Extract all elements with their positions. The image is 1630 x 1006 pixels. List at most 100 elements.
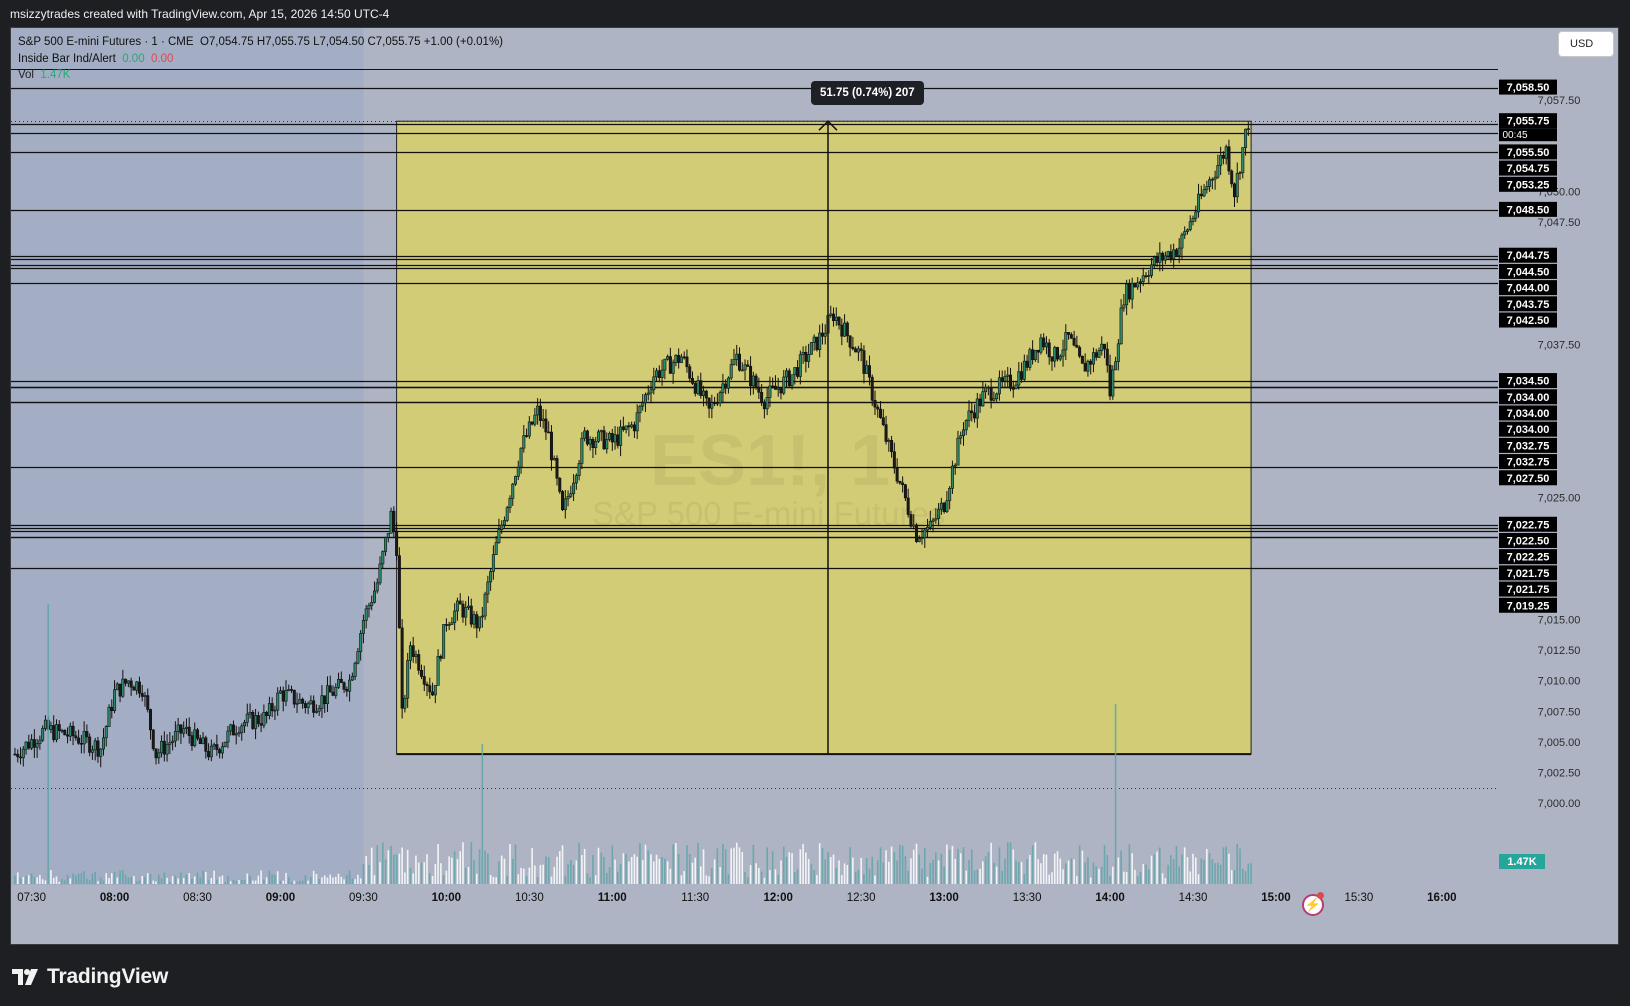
volume-bar-573 — [370, 847, 373, 884]
candle-body-349 — [978, 398, 982, 407]
volume-bar-488 — [135, 881, 138, 884]
candle-body-151 — [431, 691, 435, 696]
volume-bar-717 — [769, 870, 771, 884]
volume-bar-578 — [384, 859, 387, 884]
legend-indicator-row[interactable]: Inside Bar Ind/Alert 0.00 0.00 — [18, 51, 503, 68]
price-badge-4: 7,053.25 — [1507, 179, 1550, 191]
volume-bar-525 — [238, 880, 240, 884]
candle-body-96 — [278, 690, 282, 694]
volume-bar-596 — [434, 864, 437, 884]
legend-volume-row[interactable]: Vol 1.47K — [18, 67, 503, 84]
volume-bar-454 — [41, 879, 44, 884]
volume-bar-801 — [1001, 870, 1004, 884]
volume-bar-812 — [1031, 845, 1034, 884]
candle-body-167 — [475, 614, 479, 629]
volume-bar-734 — [816, 875, 818, 884]
volume-bar-495 — [155, 881, 157, 884]
volume-bar-616 — [489, 874, 492, 884]
volume-bar-723 — [785, 856, 788, 884]
candle-body-53 — [160, 740, 164, 754]
candle-body-35 — [110, 706, 114, 711]
candle-body-84 — [245, 713, 249, 723]
time-tick-6: 10:30 — [515, 892, 544, 904]
volume-bar-638 — [550, 876, 553, 884]
volume-bar-815 — [1040, 863, 1042, 884]
volume-bar-554 — [318, 878, 320, 884]
volume-bar-711 — [752, 844, 755, 884]
candle-body-196 — [555, 458, 559, 479]
volume-bar-725 — [791, 853, 793, 884]
volume-bar-863 — [1172, 859, 1175, 884]
time-tick-4: 09:30 — [349, 892, 378, 904]
volume-bar-589 — [415, 855, 417, 884]
volume-bar-884 — [1230, 870, 1233, 884]
candle-body-319 — [895, 467, 899, 482]
currency-button[interactable]: USD — [1558, 31, 1614, 57]
watermark-ticker: ES1!, 1 — [650, 421, 891, 501]
volume-bar-551 — [310, 877, 312, 884]
volume-bar-746 — [849, 847, 851, 884]
volume-bar-486 — [130, 877, 132, 884]
volume-bar-868 — [1186, 857, 1189, 884]
volume-bar-643 — [564, 875, 567, 884]
volume-bar-688 — [688, 854, 691, 884]
volume-bar-504 — [180, 872, 182, 884]
volume-bar-531 — [254, 880, 257, 884]
candle-body-73 — [215, 744, 219, 750]
candle-body-226 — [638, 405, 642, 414]
candle-body-131 — [375, 582, 379, 592]
volume-bar-547 — [299, 880, 301, 884]
candle-body-353 — [989, 386, 993, 401]
candle-body-201 — [569, 493, 573, 497]
volume-bar-787 — [962, 847, 965, 884]
candle-body-6 — [30, 739, 34, 749]
volume-bar-882 — [1225, 846, 1227, 884]
volume-bar-857 — [1156, 851, 1158, 884]
candle-body-410 — [1147, 275, 1151, 277]
legend-symbol-row[interactable]: S&P 500 E-mini Futures · 1 · CME O7,054.… — [18, 34, 503, 51]
volume-bar-491 — [144, 876, 146, 884]
candle-body-405 — [1133, 282, 1137, 288]
volume-bar-522 — [229, 881, 232, 884]
volume-bar-577 — [381, 842, 384, 884]
candle-body-90 — [262, 712, 266, 726]
candle-body-192 — [544, 418, 548, 433]
candle-body-306 — [859, 348, 863, 351]
candle-body-263 — [740, 369, 744, 372]
volume-bar-657 — [603, 856, 605, 884]
candle-body-247 — [696, 380, 700, 394]
volume-bar-513 — [205, 871, 207, 884]
candle-body-282 — [793, 367, 797, 376]
candle-body-339 — [950, 465, 954, 489]
volume-bar-732 — [810, 863, 813, 884]
volume-bar-755 — [874, 875, 876, 884]
volume-bar-519 — [221, 875, 224, 884]
price-badge-9: 7,043.75 — [1507, 299, 1550, 311]
candle-body-145 — [414, 654, 418, 657]
volume-bar-691 — [697, 842, 699, 884]
candle-body-5 — [27, 741, 31, 749]
candle-body-225 — [635, 412, 639, 432]
volume-bar-580 — [390, 845, 392, 884]
candle-body-418 — [1169, 251, 1173, 260]
volume-bar-866 — [1181, 854, 1183, 884]
candle-body-41 — [126, 680, 130, 684]
footer-brand[interactable]: TradingView — [12, 965, 168, 989]
candle-body-406 — [1136, 282, 1140, 288]
candle-body-174 — [494, 542, 498, 555]
volume-bar-817 — [1045, 854, 1048, 884]
candle-body-439 — [1227, 146, 1231, 172]
candle-body-208 — [588, 439, 592, 445]
candle-body-194 — [549, 431, 553, 461]
candle-body-249 — [702, 390, 706, 396]
candle-body-364 — [1020, 371, 1024, 380]
volume-bar-689 — [691, 862, 694, 884]
candle-body-200 — [566, 495, 570, 500]
candle-body-86 — [251, 712, 255, 729]
candle-body-92 — [267, 703, 271, 717]
volume-bar-627 — [520, 867, 522, 884]
volume-bar-850 — [1136, 876, 1139, 884]
volume-bar-472 — [91, 873, 94, 884]
candle-body-367 — [1028, 349, 1032, 368]
volume-bar-719 — [774, 869, 777, 884]
